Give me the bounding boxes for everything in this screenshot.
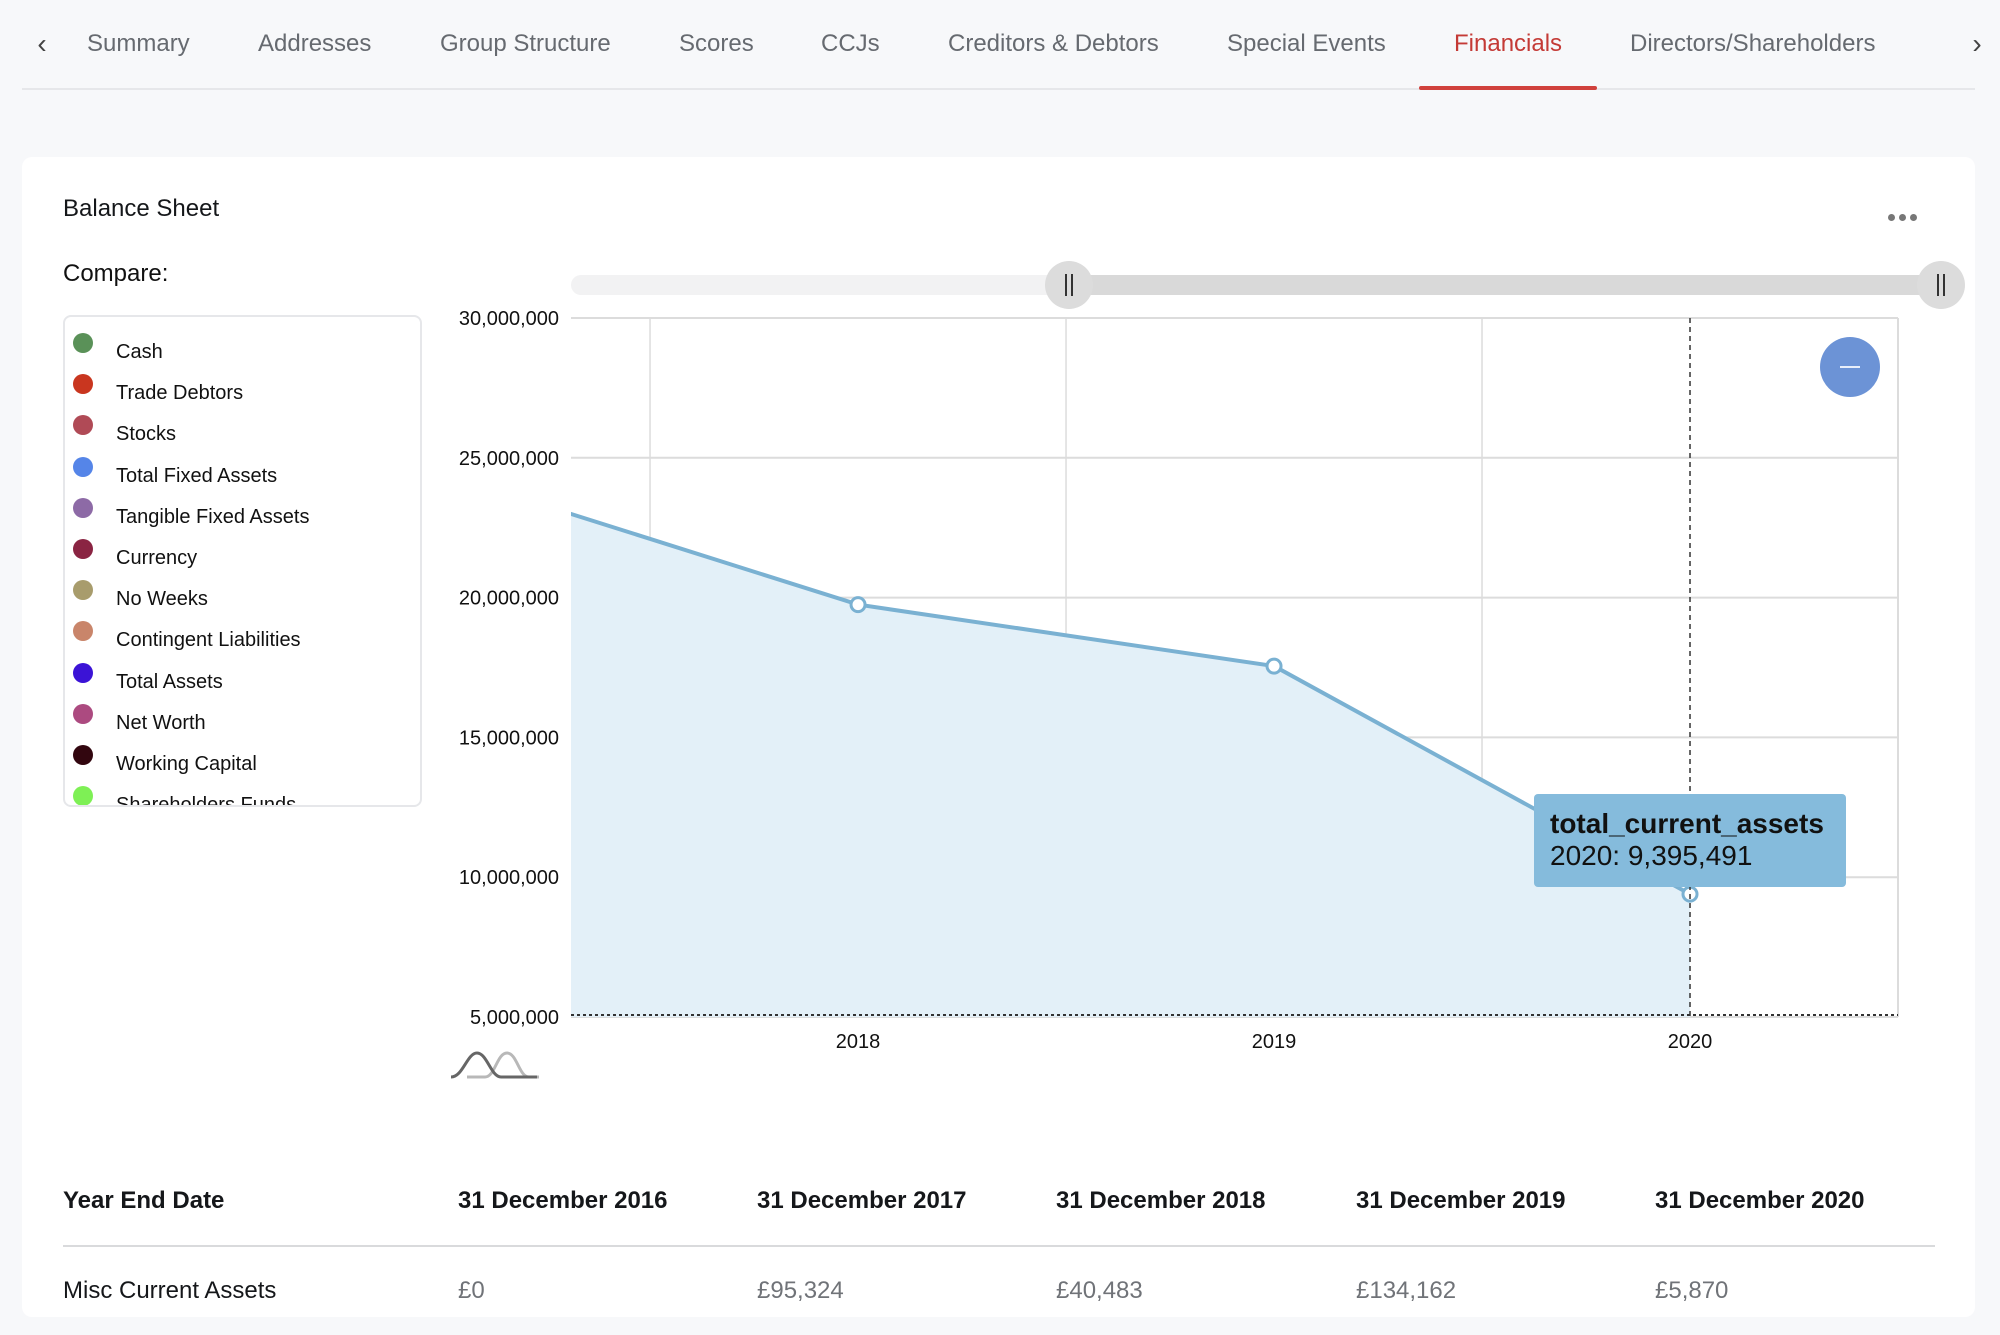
total-current-assets-chart[interactable]: 30,000,000 25,000,000 20,000,000 15,000,000… <box>22 157 1975 1097</box>
x-tick-label: 2019 <box>1252 1031 1297 1053</box>
x-tick-label: 2018 <box>836 1031 881 1053</box>
y-tick-label: 30,000,000 <box>459 308 559 330</box>
y-tick-label: 15,000,000 <box>459 727 559 749</box>
tab-special-events[interactable]: Special Events <box>1227 0 1386 88</box>
table-row: Misc Current Assets £0 £95,324 £40,483 £… <box>63 1247 1935 1335</box>
header-column: 31 December 2019 <box>1356 1187 1566 1214</box>
header-column: 31 December 2018 <box>1056 1187 1266 1214</box>
header-year-end-date: Year End Date <box>63 1187 225 1214</box>
row-value: £134,162 <box>1356 1277 1457 1304</box>
header-column: 31 December 2016 <box>458 1187 668 1214</box>
balance-sheet-card: Balance Sheet Compare: Cash Trade Debtors… <box>22 157 1975 1317</box>
chevron-left-icon[interactable]: ‹ <box>22 0 62 88</box>
y-tick-label: 20,000,000 <box>459 588 559 610</box>
y-tick-label: 10,000,000 <box>459 867 559 889</box>
tab-bar: ‹ Summary Addresses Group Structure Scor… <box>22 0 1982 90</box>
row-value: £5,870 <box>1655 1277 1729 1304</box>
tab-addresses[interactable]: Addresses <box>258 0 371 88</box>
tab-directors-shareholders[interactable]: Directors/Shareholders <box>1630 0 1875 88</box>
tab-creditors-debtors[interactable]: Creditors & Debtors <box>948 0 1159 88</box>
financials-table: Year End Date 31 December 2016 31 Decemb… <box>63 1157 1935 1335</box>
chart-area: 30,000,000 25,000,000 20,000,000 15,000,000… <box>22 157 1975 1097</box>
tab-summary[interactable]: Summary <box>87 0 190 88</box>
y-tick-label: 5,000,000 <box>470 1007 559 1029</box>
header-column: 31 December 2017 <box>757 1187 967 1214</box>
row-value: £40,483 <box>1056 1277 1143 1304</box>
data-point <box>1265 657 1283 675</box>
x-tick-label: 2020 <box>1668 1031 1713 1053</box>
chevron-right-icon[interactable]: › <box>1957 0 1997 88</box>
tab-ccjs[interactable]: CCJs <box>821 0 880 88</box>
tab-financials[interactable]: Financials <box>1418 0 1598 90</box>
row-value: £0 <box>458 1277 485 1304</box>
tab-scores[interactable]: Scores <box>679 0 754 88</box>
table-header-row: Year End Date 31 December 2016 31 Decemb… <box>63 1157 1935 1247</box>
data-point <box>849 596 867 614</box>
tab-group-structure[interactable]: Group Structure <box>440 0 611 88</box>
y-tick-label: 25,000,000 <box>459 448 559 470</box>
header-column: 31 December 2020 <box>1655 1187 1865 1214</box>
row-label: Misc Current Assets <box>63 1277 277 1304</box>
row-value: £95,324 <box>757 1277 844 1304</box>
